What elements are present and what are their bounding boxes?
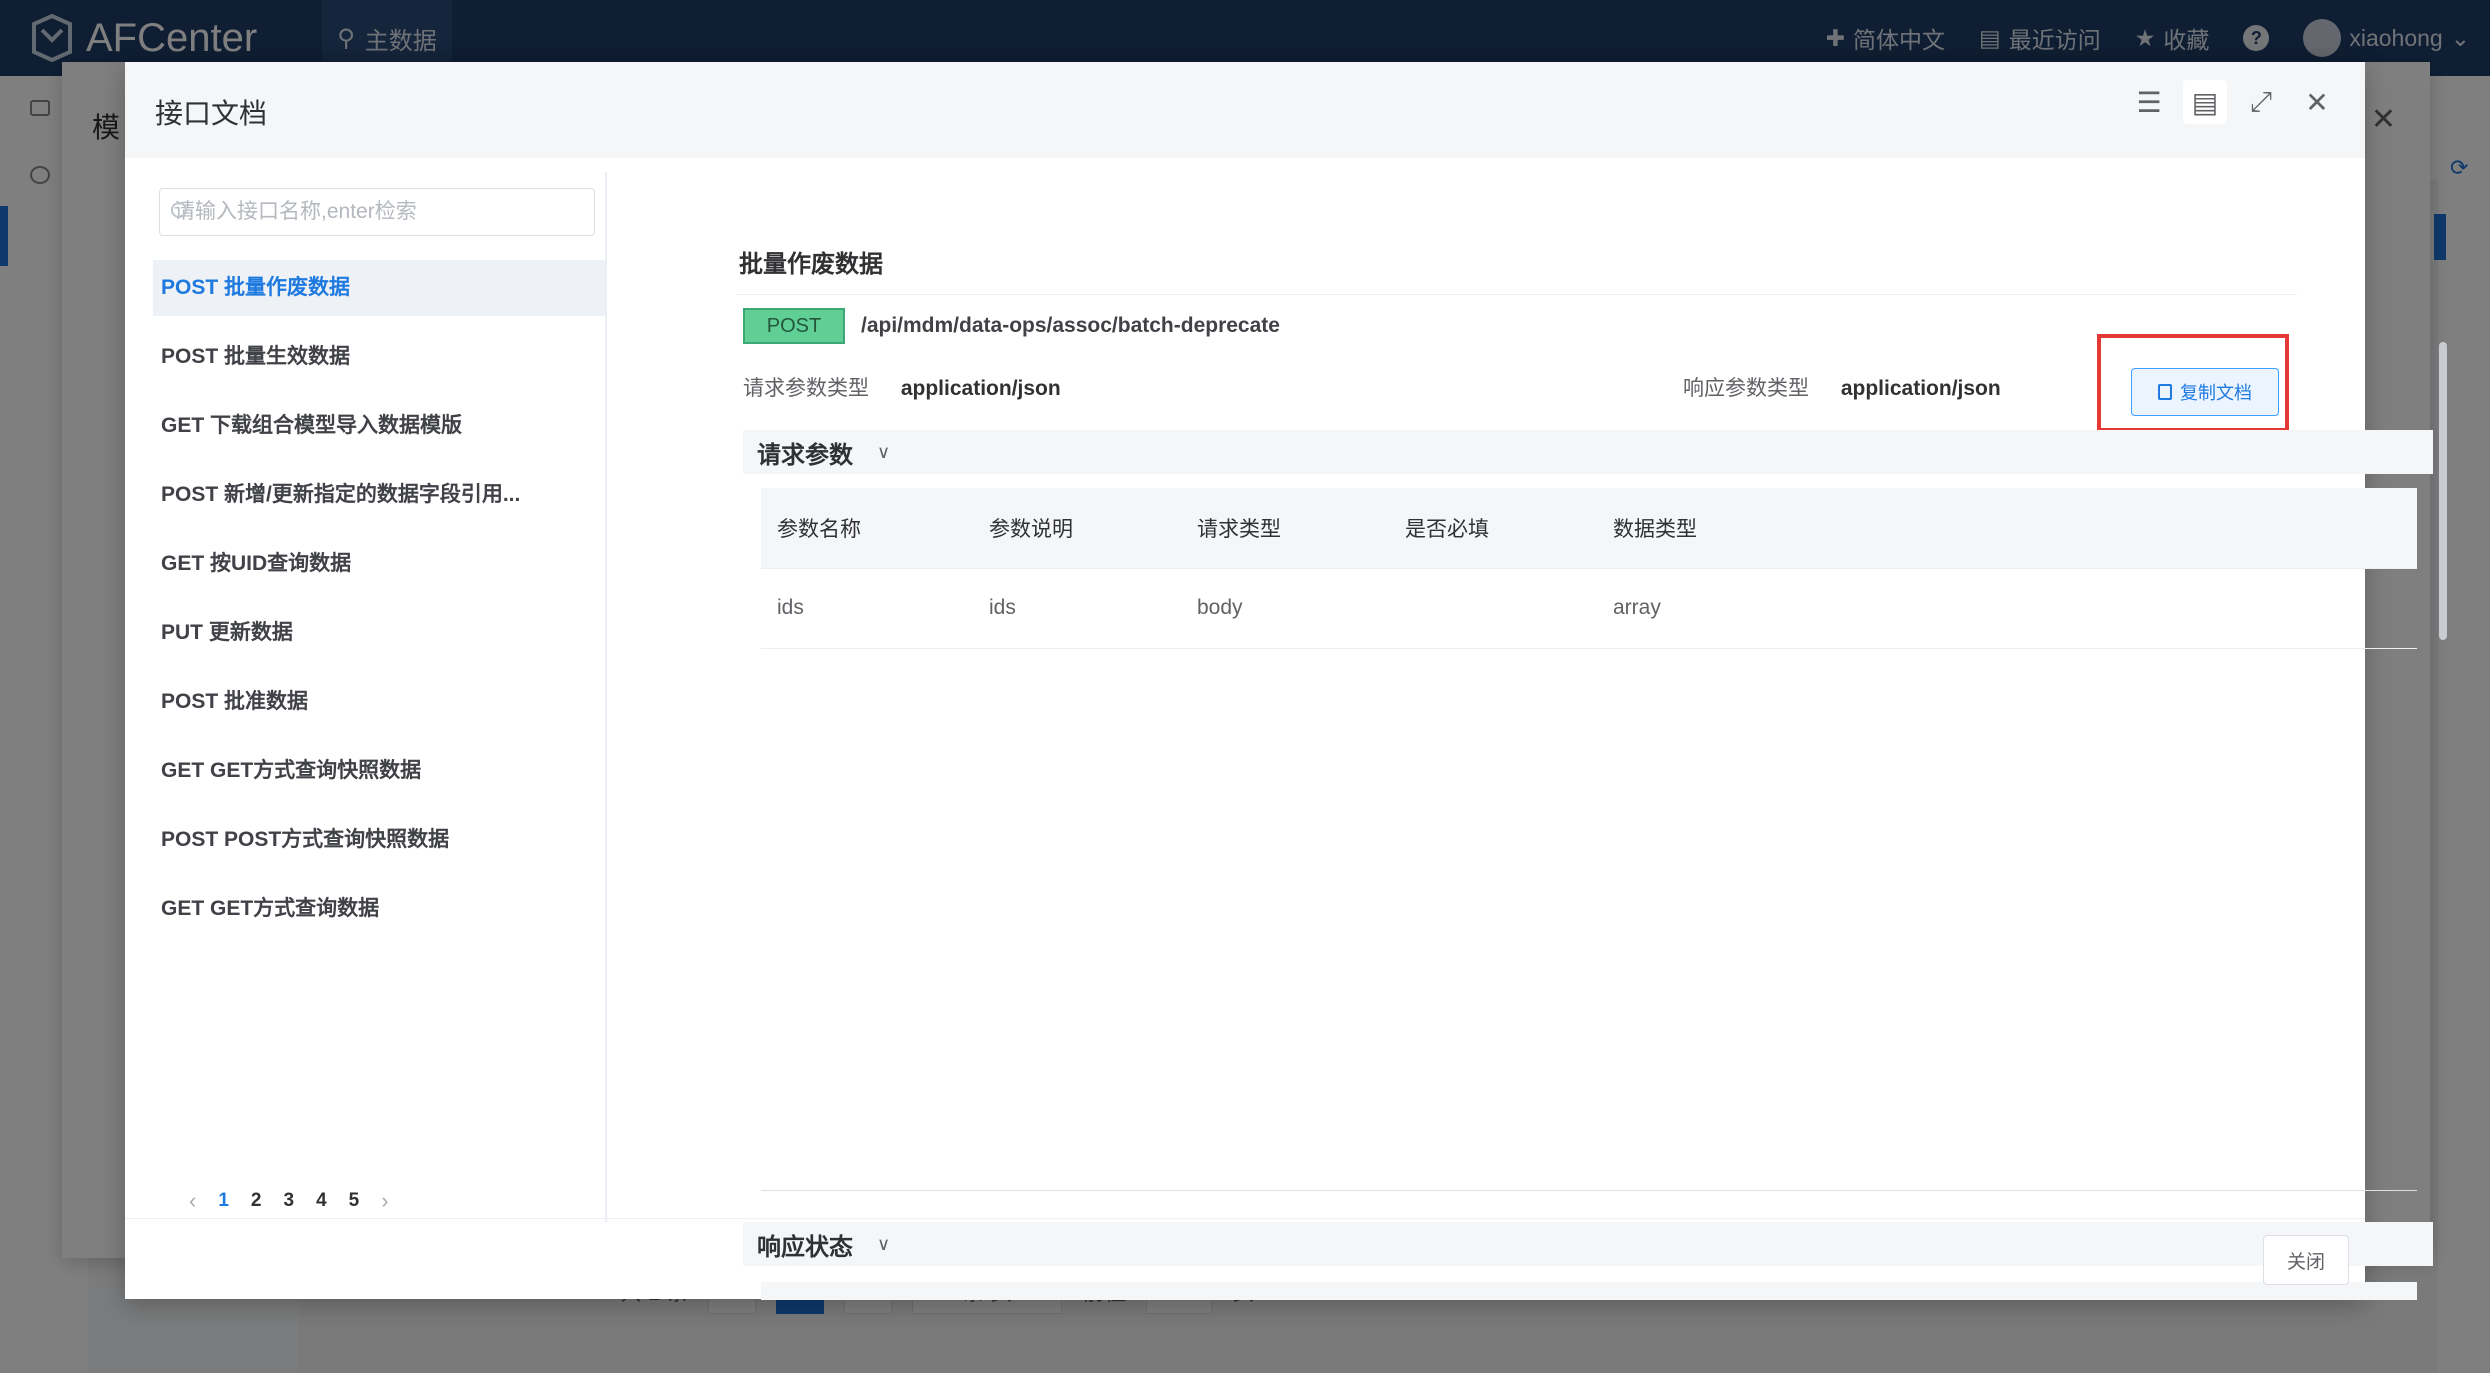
api-list-item[interactable]: GET 下载组合模型导入数据模版 [153, 398, 605, 454]
api-list-pager: ‹ 1 2 3 4 5 › [189, 1188, 389, 1214]
divider [737, 294, 2297, 295]
fullscreen-icon[interactable]: ⤢ [2239, 80, 2283, 124]
dialog-footer: 关闭 [125, 1218, 2365, 1299]
copy-icon [2158, 384, 2172, 400]
pager-prev-button[interactable]: ‹ [189, 1188, 196, 1214]
request-type-row: 请求参数类型 application/json [743, 372, 1061, 402]
pager-page-3[interactable]: 3 [283, 1190, 294, 1212]
table-cell: ids [761, 568, 973, 649]
endpoint-path: /api/mdm/data-ops/assoc/batch-deprecate [861, 314, 1280, 337]
table-cell [1389, 568, 1597, 649]
copy-doc-label: 复制文档 [2180, 383, 2252, 403]
pager-next-button[interactable]: › [381, 1188, 388, 1214]
table-cell: body [1181, 568, 1389, 649]
divider [761, 1190, 2417, 1191]
pager-page-5[interactable]: 5 [349, 1190, 360, 1212]
request-params-title: 请求参数 [757, 441, 853, 469]
scrollbar[interactable] [2439, 342, 2447, 640]
column-header: 数据类型 [1597, 488, 2417, 569]
api-list-item[interactable]: POST 新增/更新指定的数据字段引用... [153, 467, 605, 523]
method-badge: POST [743, 308, 845, 344]
api-list-item[interactable]: PUT 更新数据 [153, 605, 605, 661]
close-icon[interactable]: ✕ [2295, 80, 2339, 124]
copy-doc-button[interactable]: 复制文档 [2131, 368, 2279, 416]
response-type-value: application/json [1840, 377, 2001, 400]
pager-page-1[interactable]: 1 [218, 1190, 229, 1212]
api-doc-dialog: 接口文档 ☰ ▤ ⤢ ✕ POST 批量作废数据 POST 批量生效数据 GET… [125, 62, 2447, 1300]
column-header: 参数名称 [761, 488, 973, 569]
request-type-label: 请求参数类型 [743, 377, 869, 400]
column-header: 参数说明 [973, 488, 1181, 569]
column-header: 请求类型 [1181, 488, 1389, 569]
response-type-label: 响应参数类型 [1683, 377, 1809, 400]
api-list-pane: POST 批量作废数据 POST 批量生效数据 GET 下载组合模型导入数据模版… [153, 172, 607, 1222]
api-list-item[interactable]: GET 按UID查询数据 [153, 536, 605, 592]
response-type-row: 响应参数类型 application/json [1683, 372, 2001, 402]
api-list-item[interactable]: GET GET方式查询快照数据 [153, 743, 605, 799]
api-list-item[interactable]: GET GET方式查询数据 [153, 881, 605, 937]
dialog-header: 接口文档 ☰ ▤ ⤢ ✕ [125, 62, 2365, 158]
api-list: POST 批量作废数据 POST 批量生效数据 GET 下载组合模型导入数据模版… [153, 260, 605, 950]
request-params-table: 参数名称 参数说明 请求类型 是否必填 数据类型 ids ids body ar… [761, 488, 2417, 649]
doc-view-icon[interactable]: ▤ [2183, 80, 2227, 124]
table-header-row: 参数名称 参数说明 请求类型 是否必填 数据类型 [761, 488, 2417, 569]
pager-page-2[interactable]: 2 [251, 1190, 262, 1212]
api-list-item[interactable]: POST 批量作废数据 [153, 260, 605, 316]
chevron-down-icon: ∨ [877, 441, 891, 462]
request-params-section[interactable]: 请求参数 ∨ [743, 430, 2433, 474]
table-cell: ids [973, 568, 1181, 649]
dialog-title: 接口文档 [155, 98, 268, 129]
api-list-item[interactable]: POST POST方式查询快照数据 [153, 812, 605, 868]
api-detail-pane: 批量作废数据 POST /api/mdm/data-ops/assoc/batc… [621, 158, 2447, 1300]
search-input[interactable] [159, 188, 595, 236]
api-list-item[interactable]: POST 批准数据 [153, 674, 605, 730]
table-row: ids ids body array [761, 568, 2417, 649]
list-view-icon[interactable]: ☰ [2127, 80, 2171, 124]
api-detail-title: 批量作废数据 [739, 251, 883, 278]
close-button[interactable]: 关闭 [2263, 1235, 2349, 1285]
pager-page-4[interactable]: 4 [316, 1190, 327, 1212]
api-list-item[interactable]: POST 批量生效数据 [153, 329, 605, 385]
column-header: 是否必填 [1389, 488, 1597, 569]
table-cell: array [1597, 568, 2417, 649]
dialog-body: POST 批量作废数据 POST 批量生效数据 GET 下载组合模型导入数据模版… [125, 158, 2447, 1300]
request-type-value: application/json [900, 377, 1061, 400]
dialog-toolbar: ☰ ▤ ⤢ ✕ [2127, 80, 2339, 124]
